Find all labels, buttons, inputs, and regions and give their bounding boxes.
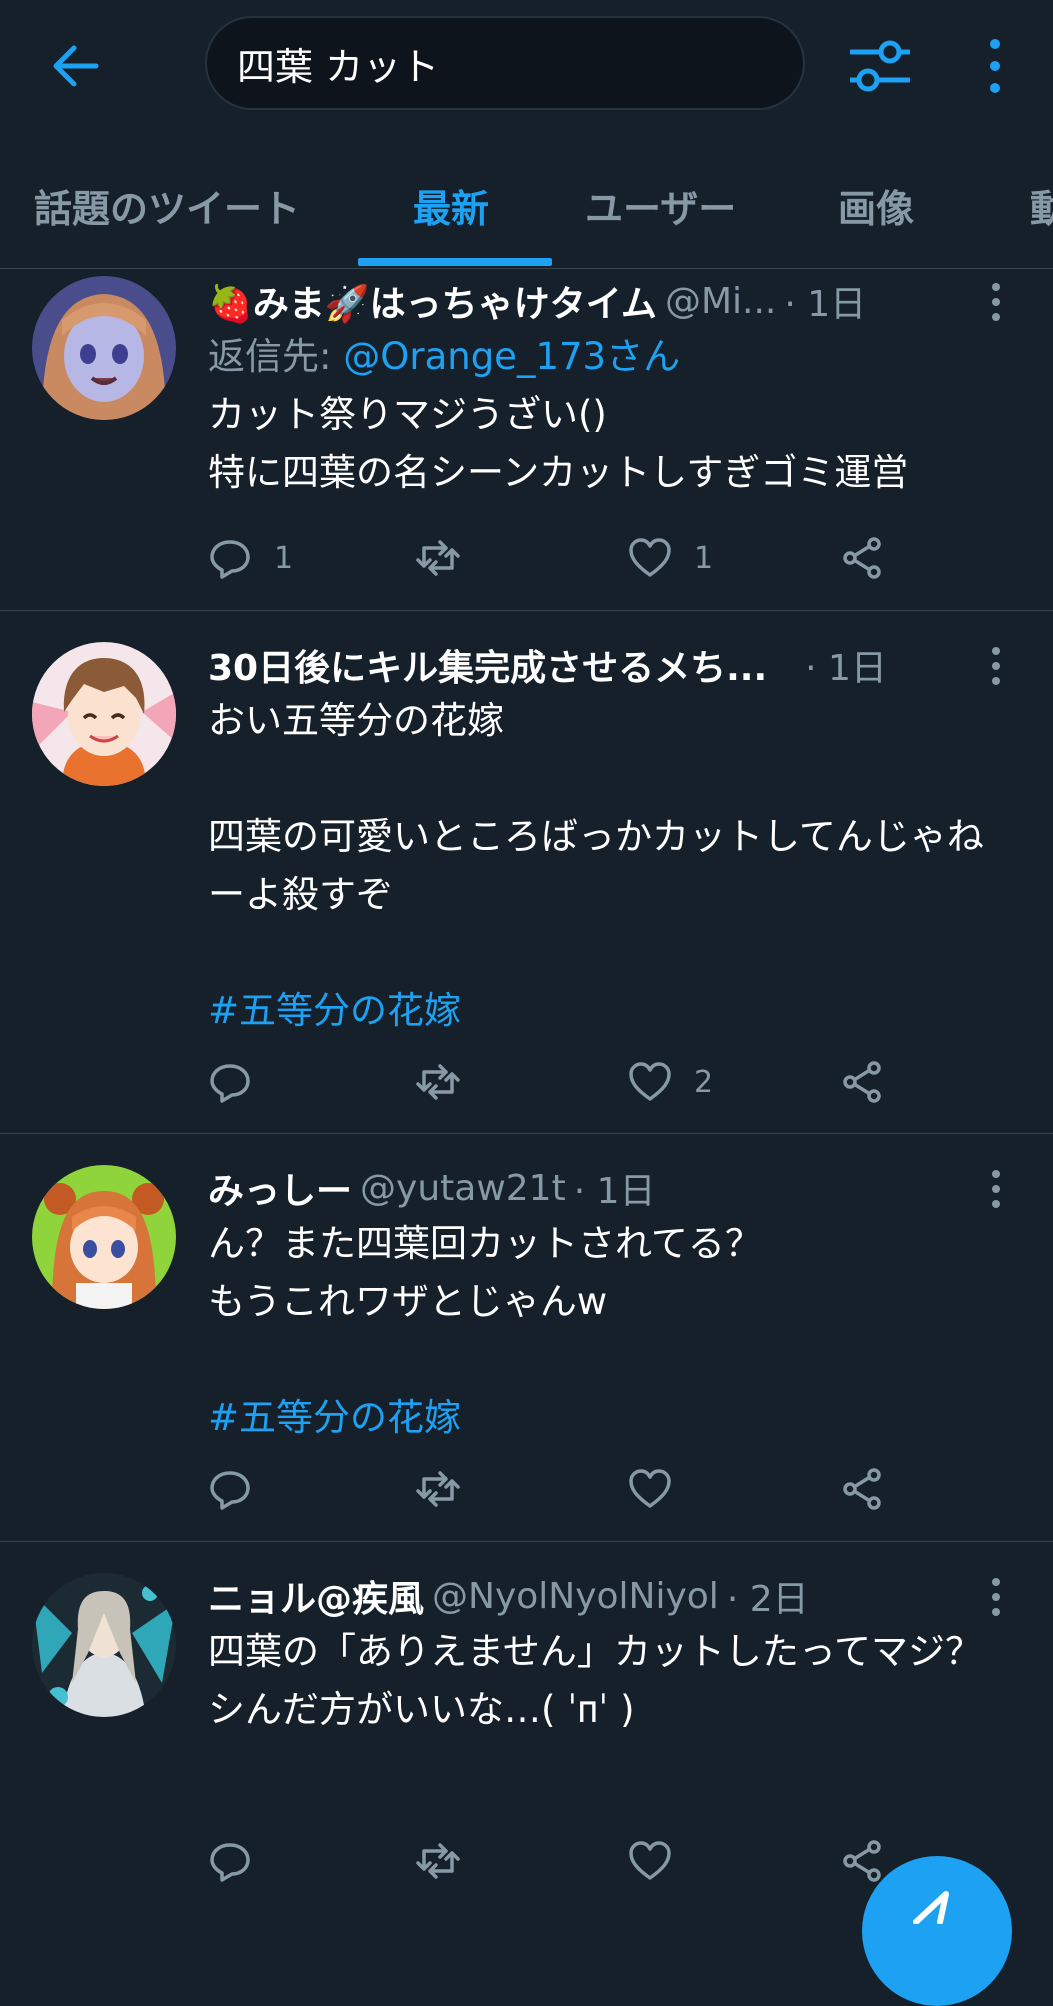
like-count: 2 xyxy=(694,1064,714,1100)
tab-latest[interactable]: 最新 xyxy=(413,178,489,233)
tweet-header: 🍓みま🚀はっちゃけタイム @Mi... · 1日 xyxy=(208,276,866,326)
filter-settings-icon[interactable] xyxy=(848,36,912,96)
tweet-body: 四葉の「ありえません」カットしたってマジ？ シんだ方がいいな…( ˈᴨˈ ) xyxy=(208,1623,998,1739)
reply-button[interactable] xyxy=(208,1835,252,1887)
reply-button[interactable] xyxy=(208,1056,252,1108)
tab-images[interactable]: 画像 xyxy=(838,178,914,233)
tweet-header: 30日後にキル集完成させるメち... · 1日 xyxy=(208,640,887,690)
tweet-text-line: もうこれワザとじゃんw xyxy=(208,1280,608,1323)
retweet-icon xyxy=(416,1064,460,1100)
share-icon xyxy=(843,1061,881,1103)
tab-top-tweets[interactable]: 話題のツイート xyxy=(34,178,300,233)
display-name[interactable]: みっしー xyxy=(208,1162,352,1214)
display-name[interactable]: ニョル@疾風 xyxy=(208,1570,424,1622)
retweet-button[interactable] xyxy=(416,1056,460,1108)
search-query: 四葉 カット xyxy=(237,44,440,89)
tweet-body: おい五等分の花嫁 四葉の可愛いところばっかカットしてんじゃねーよ殺すぞ #五等分… xyxy=(208,692,1008,1040)
display-name[interactable]: 🍓みま🚀はっちゃけタイム xyxy=(208,275,657,327)
tweet-actions xyxy=(208,1835,888,1887)
hashtag-link[interactable]: #五等分の花嫁 xyxy=(208,1389,1008,1447)
heart-icon xyxy=(629,538,671,577)
hashtag-link[interactable]: #五等分の花嫁 xyxy=(208,982,1008,1040)
active-tab-indicator xyxy=(358,258,552,266)
tweet-menu-icon[interactable] xyxy=(988,1577,1004,1617)
tweet-body: ん？また四葉回カットされてる？ もうこれワザとじゃんw #五等分の花嫁 xyxy=(208,1215,1008,1447)
retweet-icon xyxy=(416,540,460,576)
avatar[interactable] xyxy=(32,642,176,786)
tab-users[interactable]: ユーザー xyxy=(585,178,736,233)
tweet-text-line: 四葉の可愛いところばっかカットしてんじゃねーよ殺すぞ xyxy=(208,815,984,916)
avatar[interactable] xyxy=(32,276,176,420)
tweet-body: 返信先: @Orange_173さん カット祭りマジうざい() 特に四葉の名シー… xyxy=(208,328,1008,502)
back-arrow-icon[interactable] xyxy=(48,38,104,94)
tweet[interactable]: みっしー @yutaw21t · 1日 ん？また四葉回カットされてる？ もうこれ… xyxy=(0,1133,1053,1542)
timestamp[interactable]: · 1日 xyxy=(805,639,887,691)
share-button[interactable] xyxy=(840,1835,884,1887)
reply-to-line: 返信先: @Orange_173さん xyxy=(208,328,1008,386)
share-button[interactable] xyxy=(840,1056,884,1108)
tab-bar: 話題のツイート 最新 ユーザー 画像 動 xyxy=(0,150,1053,269)
like-button[interactable]: 1 xyxy=(628,532,713,584)
reply-button[interactable] xyxy=(208,1463,252,1515)
tweet-menu-icon[interactable] xyxy=(988,282,1004,322)
share-button[interactable] xyxy=(840,532,884,584)
tweet-actions: 1 1 xyxy=(208,532,888,584)
share-icon xyxy=(843,1468,881,1510)
user-handle[interactable]: @yutaw21t xyxy=(360,1168,566,1209)
reply-count: 1 xyxy=(274,540,294,576)
like-button[interactable] xyxy=(628,1835,672,1887)
tweet-text-line: カット祭りマジうざい() xyxy=(208,393,607,436)
tweet-header: みっしー @yutaw21t · 1日 xyxy=(208,1163,655,1213)
retweet-button[interactable] xyxy=(416,1463,460,1515)
user-handle[interactable]: @NyolNyolNiyol xyxy=(432,1576,719,1617)
tweet-text-line: 四葉の「ありえません」カットしたってマジ？ xyxy=(208,1630,983,1673)
user-handle[interactable]: @Mi... xyxy=(665,281,776,322)
reply-icon xyxy=(210,1064,250,1103)
reply-prefix: 返信先: xyxy=(208,335,344,378)
like-count: 1 xyxy=(694,540,714,576)
retweet-icon xyxy=(416,1471,460,1507)
compose-icon xyxy=(913,1891,949,1924)
tweet-menu-icon[interactable] xyxy=(988,1169,1004,1209)
display-name[interactable]: 30日後にキル集完成させるメち... xyxy=(208,639,767,691)
top-bar: 四葉 カット xyxy=(0,0,1053,130)
heart-icon xyxy=(629,1469,671,1508)
heart-icon xyxy=(629,1841,671,1880)
tweet-text-line: 特に四葉の名シーンカットしすぎゴミ運営 xyxy=(208,451,909,494)
tweet[interactable]: ニョル@疾風 @NyolNyolNiyol · 2日 四葉の「ありえません」カッ… xyxy=(0,1541,1053,1920)
reply-icon xyxy=(210,540,250,579)
timestamp[interactable]: · 1日 xyxy=(574,1162,656,1214)
like-button[interactable] xyxy=(628,1463,672,1515)
share-icon xyxy=(843,1840,881,1882)
timestamp[interactable]: · 1日 xyxy=(784,275,866,327)
share-button[interactable] xyxy=(840,1463,884,1515)
reply-icon xyxy=(210,1843,250,1882)
reply-to-link[interactable]: @Orange_173さん xyxy=(343,335,680,378)
tweet-text-line: シんだ方がいいな…( ˈᴨˈ ) xyxy=(208,1688,635,1731)
tweet-text-line: おい五等分の花嫁 xyxy=(208,699,504,742)
avatar[interactable] xyxy=(32,1573,176,1717)
tweet[interactable]: 🍓みま🚀はっちゃけタイム @Mi... · 1日 返信先: @Orange_17… xyxy=(0,268,1053,611)
tweet-actions: 2 xyxy=(208,1056,888,1108)
more-options-icon[interactable] xyxy=(978,36,1012,96)
tweet[interactable]: 30日後にキル集完成させるメち... · 1日 おい五等分の花嫁 四葉の可愛いと… xyxy=(0,610,1053,1134)
tweet-text-line: ん？また四葉回カットされてる？ xyxy=(208,1222,762,1265)
retweet-button[interactable] xyxy=(416,1835,460,1887)
retweet-icon xyxy=(416,1843,460,1879)
tweet-header: ニョル@疾風 @NyolNyolNiyol · 2日 xyxy=(208,1571,809,1621)
timestamp[interactable]: · 2日 xyxy=(727,1570,809,1622)
tab-videos[interactable]: 動 xyxy=(1030,178,1053,233)
tweet-actions xyxy=(208,1463,888,1515)
compose-tweet-button[interactable] xyxy=(862,1856,1012,2006)
tweet-menu-icon[interactable] xyxy=(988,646,1004,686)
search-input[interactable]: 四葉 カット xyxy=(205,16,805,110)
reply-icon xyxy=(210,1471,250,1510)
retweet-button[interactable] xyxy=(416,532,460,584)
like-button[interactable]: 2 xyxy=(628,1056,713,1108)
reply-button[interactable]: 1 xyxy=(208,532,293,584)
heart-icon xyxy=(629,1062,671,1101)
share-icon xyxy=(843,537,881,579)
avatar[interactable] xyxy=(32,1165,176,1309)
